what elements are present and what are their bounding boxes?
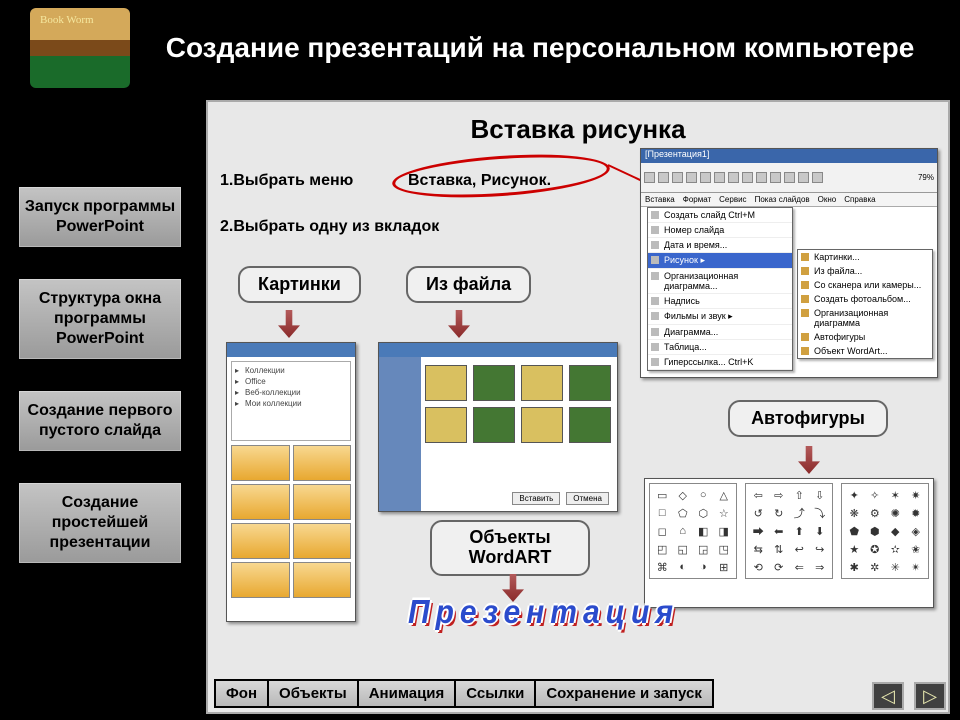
chip-wordart[interactable]: Объекты WordART: [430, 520, 590, 576]
nav-launch-powerpoint[interactable]: Запуск программы PowerPoint: [18, 186, 182, 248]
next-button[interactable]: ▷: [914, 682, 946, 710]
nav-simple-presentation[interactable]: Создание простейшей презентации: [18, 482, 182, 564]
app-title: Создание презентаций на персональном ком…: [160, 30, 960, 66]
ppt-titlebar: [Презентация1]: [641, 149, 937, 163]
ppt-toolbar: 79%: [641, 163, 937, 193]
powerpoint-menu-window: [Презентация1] 79% Вставка Формат Сервис…: [640, 148, 938, 378]
chip-autoshapes[interactable]: Автофигуры: [728, 400, 888, 437]
bottom-tabs: Фон Объекты Анимация Ссылки Сохранение и…: [214, 679, 712, 708]
arrow-down-icon: [278, 310, 300, 338]
slide-title: Вставка рисунка: [208, 102, 948, 145]
nav-first-slide[interactable]: Создание первого пустого слайда: [18, 390, 182, 452]
ppt-menubar: Вставка Формат Сервис Показ слайдов Окно…: [641, 193, 937, 207]
step1-prefix: 1.Выбрать меню: [220, 172, 353, 190]
wordart-sample: Презентация: [408, 594, 679, 631]
highlight-oval: [391, 148, 611, 203]
pager: ◁ ▷: [872, 682, 946, 710]
tab-background[interactable]: Фон: [214, 679, 269, 708]
picture-submenu: Картинки...Из файла...Со сканера или кам…: [797, 249, 933, 359]
insert-menu-dropdown: Создать слайд Ctrl+MНомер слайдаДата и в…: [647, 207, 793, 371]
tab-objects[interactable]: Объекты: [267, 679, 359, 708]
chip-from-file[interactable]: Из файла: [406, 266, 531, 303]
autoshapes-palette: ▭◇○△□⬠⬡☆◻⌂◧◨◰◱◲◳⌘◐◑⊞ ⇦⇨⇧⇩↺↻⤴⤵⮕⬅⬆⬇⇆⇅↩↪⟲⟳⇐…: [644, 478, 934, 608]
sidebar: Запуск программы PowerPoint Структура ок…: [0, 96, 200, 720]
prev-button[interactable]: ◁: [872, 682, 904, 710]
chip-pictures[interactable]: Картинки: [238, 266, 361, 303]
slide-area: Вставка рисунка 1.Выбрать меню Вставка, …: [206, 100, 950, 714]
tab-links[interactable]: Ссылки: [454, 679, 536, 708]
bookworm-logo: [0, 0, 160, 96]
nav-window-structure[interactable]: Структура окна программы PowerPoint: [18, 278, 182, 360]
tab-save-run[interactable]: Сохранение и запуск: [534, 679, 714, 708]
insert-from-file-dialog: ВставитьОтмена: [378, 342, 618, 512]
tab-animation[interactable]: Анимация: [357, 679, 457, 708]
clipart-pane: КоллекцииOfficeВеб-коллекцииМои коллекци…: [226, 342, 356, 622]
arrow-down-icon: [798, 446, 820, 474]
step2: 2.Выбрать одну из вкладок: [220, 218, 439, 236]
arrow-down-icon: [448, 310, 470, 338]
